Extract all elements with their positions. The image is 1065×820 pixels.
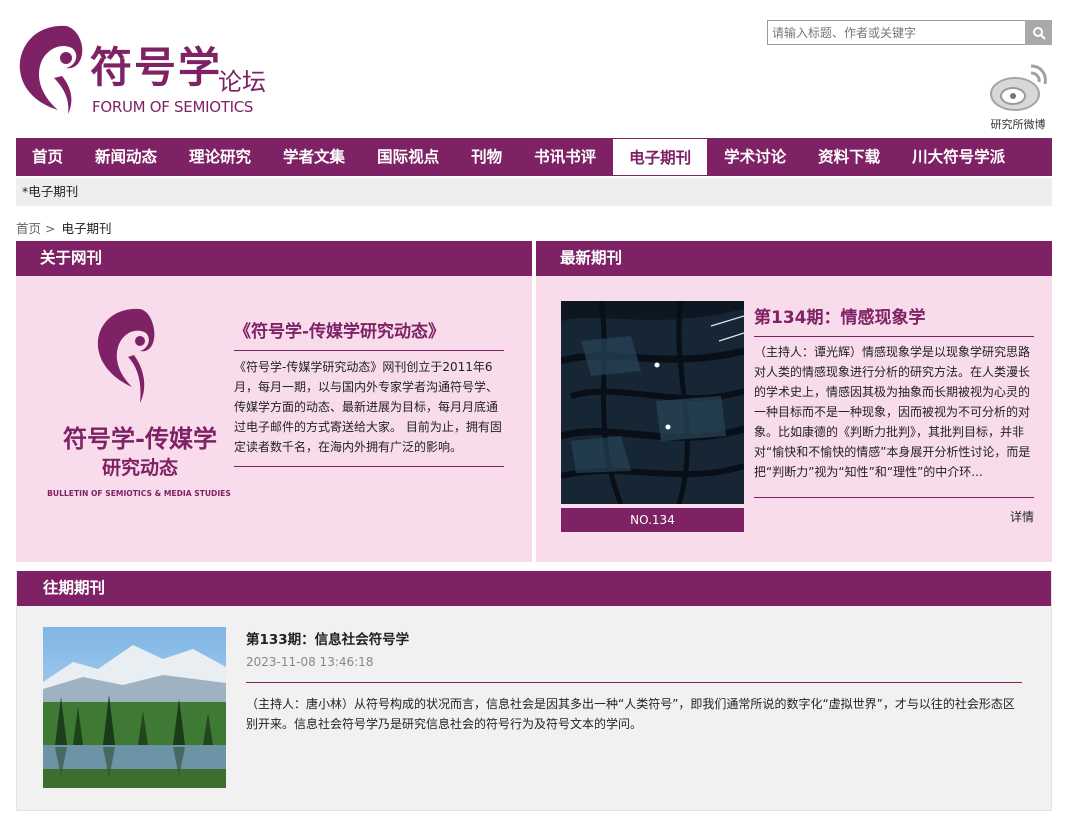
divider	[754, 497, 1034, 498]
about-heading: 关于网刊	[16, 241, 532, 276]
about-title: 《符号学-传媒学研究动态》	[234, 322, 446, 342]
logo-english: FORUM OF SEMIOTICS	[92, 98, 254, 116]
past-issue-title[interactable]: 第133期：信息社会符号学	[246, 628, 409, 648]
search-bar	[767, 20, 1052, 45]
past-issues-panel: 往期期刊 第133期：信息社会符号学 2023-11-08 13:46:18 （…	[16, 571, 1052, 811]
bulletin-logo-cn-2: 研究动态	[101, 457, 178, 479]
about-text: 《符号学-传媒学研究动态》网刊创立于2011年6月，每月一期，以与国内外专家学者…	[234, 360, 502, 454]
search-button[interactable]	[1025, 20, 1052, 45]
nav-item-4[interactable]: 国际视点	[361, 138, 455, 176]
nav-item-6[interactable]: 书讯书评	[518, 138, 612, 176]
weibo-link[interactable]: 研究所微博	[982, 60, 1054, 131]
sub-nav-bar[interactable]: *电子期刊	[16, 178, 1052, 206]
latest-panel: 最新期刊 NO.134 第134期：情感现象学 （主持人：谭光辉）情感现象学是以…	[536, 241, 1052, 562]
latest-heading: 最新期刊	[536, 241, 1052, 276]
weibo-label: 研究所微博	[990, 118, 1046, 131]
about-panel: 关于网刊 符号学-传媒学 研究动态 BULLETIN OF SEMIOTICS …	[16, 241, 532, 562]
divider	[754, 336, 1034, 337]
nav-item-1[interactable]: 新闻动态	[79, 138, 173, 176]
logo-subtitle: 论坛	[218, 68, 266, 96]
past-heading: 往期期刊	[17, 571, 1051, 606]
divider	[246, 682, 1022, 683]
weibo-icon	[990, 64, 1047, 111]
site-logo[interactable]: 符号学 论坛 FORUM OF SEMIOTICS	[14, 18, 284, 118]
latest-text: （主持人：谭光辉）情感现象学是以现象学研究思路对人类的情感现象进行分析的研究方法…	[754, 345, 1031, 479]
nav-item-5[interactable]: 刊物	[455, 138, 518, 176]
nav-item-8[interactable]: 学术讨论	[708, 138, 802, 176]
nav-item-10[interactable]: 川大符号学派	[896, 138, 1021, 176]
divider	[234, 466, 504, 467]
search-input[interactable]	[767, 20, 1025, 45]
site-header: 符号学 论坛 FORUM OF SEMIOTICS 研究所微博	[0, 0, 1065, 135]
nav-item-7[interactable]: 电子期刊	[612, 138, 709, 176]
nav-item-9[interactable]: 资料下载	[802, 138, 896, 176]
nav-item-0[interactable]: 首页	[16, 138, 79, 176]
nav-item-2[interactable]: 理论研究	[173, 138, 267, 176]
latest-cover-image[interactable]	[561, 301, 744, 504]
cover-mountain-image	[43, 627, 226, 788]
cover-terraces-image	[561, 301, 744, 504]
past-issue-text: （主持人：唐小林）从符号构成的状况而言，信息社会是因其多出一种“人类符号”，即我…	[246, 697, 1015, 731]
divider	[234, 350, 504, 351]
issue-number-label: NO.134	[561, 508, 744, 532]
latest-title[interactable]: 第134期：情感现象学	[754, 303, 926, 328]
breadcrumb-separator: >	[45, 221, 56, 236]
details-link[interactable]: 详情	[1010, 508, 1034, 525]
bulletin-logo-cn: 符号学-传媒学	[63, 424, 217, 453]
bulletin-logo: 符号学-传媒学 研究动态 BULLETIN OF SEMIOTICS & MED…	[44, 303, 234, 513]
past-issue-date: 2023-11-08 13:46:18	[246, 655, 374, 669]
past-cover-image[interactable]	[43, 627, 226, 788]
bulletin-swirl-icon	[97, 308, 155, 403]
breadcrumb-home[interactable]: 首页	[16, 221, 41, 236]
bulletin-logo-en: BULLETIN OF SEMIOTICS & MEDIA STUDIES	[47, 489, 231, 498]
logo-title: 符号学	[90, 43, 223, 92]
breadcrumb-current: 电子期刊	[61, 221, 112, 236]
main-nav: 首页 新闻动态 理论研究 学者文集 国际视点 刊物 书讯书评 电子期刊 学术讨论 资料下载 川大符号…	[16, 138, 1052, 176]
nav-item-3[interactable]: 学者文集	[267, 138, 361, 176]
breadcrumb: 首页 > 电子期刊	[16, 218, 112, 237]
search-icon	[1032, 26, 1046, 40]
